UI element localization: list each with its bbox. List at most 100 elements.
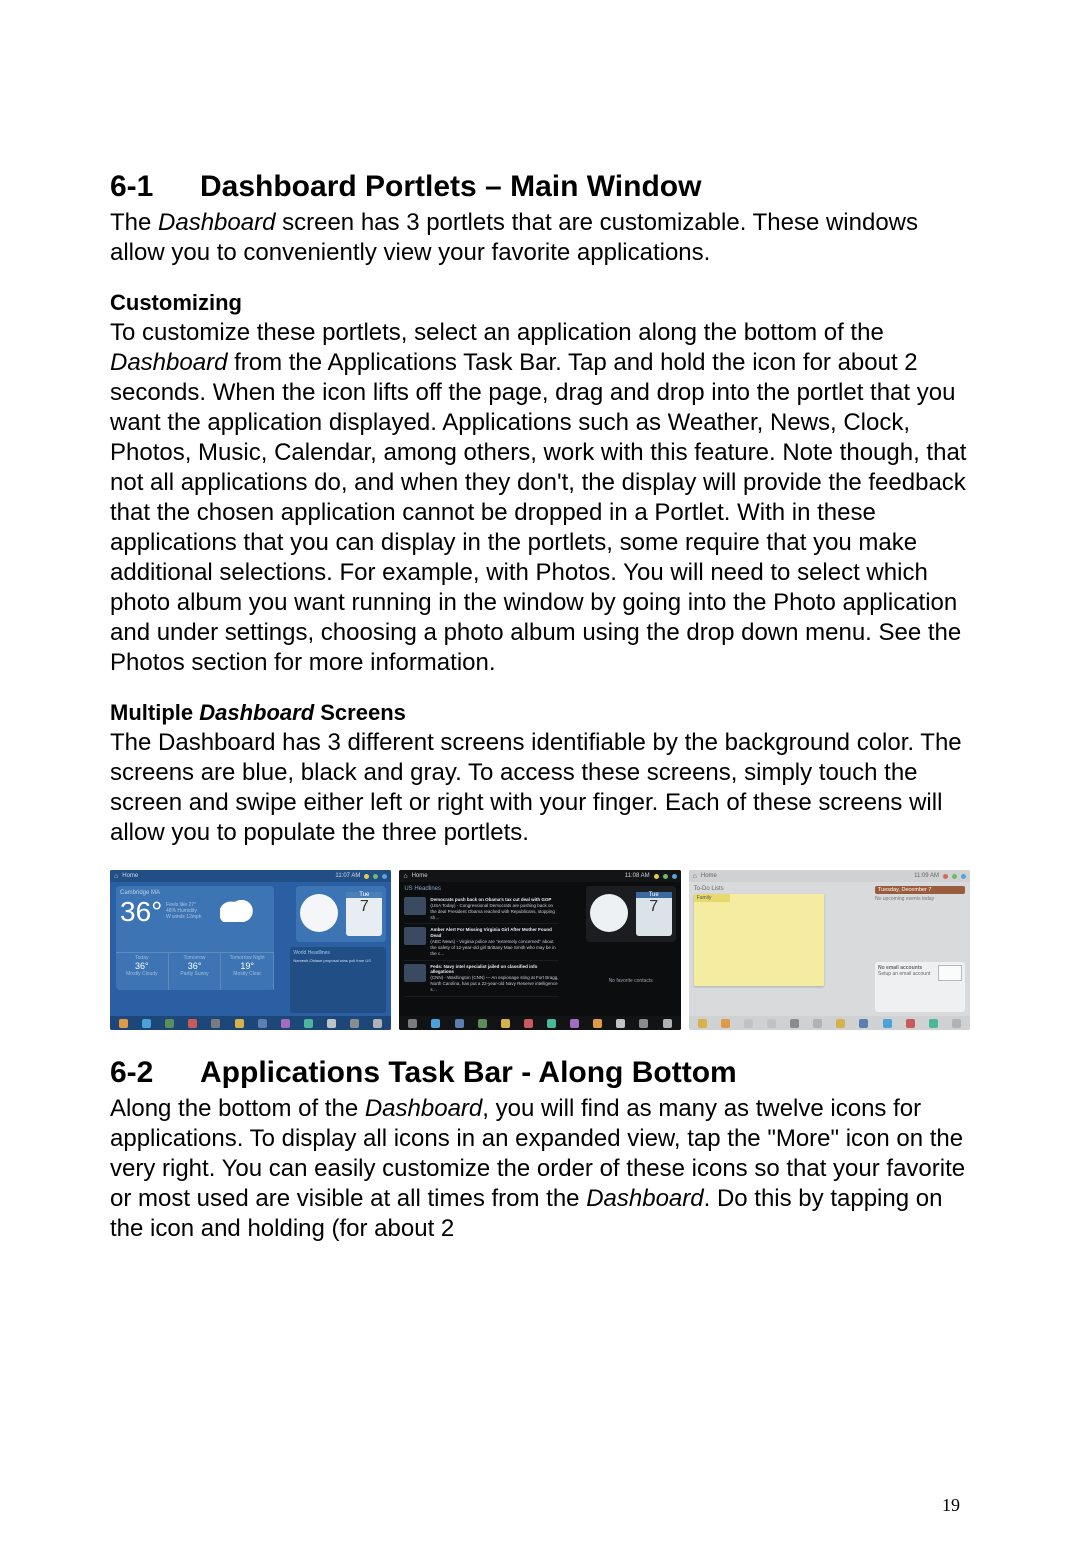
dock-icon	[859, 1019, 868, 1028]
status-dot	[382, 874, 387, 879]
news-title: Feds: Navy intel specialist jailed on cl…	[430, 964, 537, 975]
news-item: Amber Alert For Missing Virginia Girl Af…	[404, 924, 559, 960]
text: Screens	[314, 700, 406, 725]
topbar: ⌂ Home 11:09 AM	[689, 870, 970, 882]
dashboard-em: Dashboard	[586, 1185, 703, 1212]
customizing-body: To customize these portlets, select an a…	[110, 318, 970, 678]
news-item: Democrats push back on Obama's tax cut d…	[404, 894, 559, 924]
text: Multiple	[110, 700, 199, 725]
status-dot	[364, 874, 369, 879]
text: To customize these portlets, select an a…	[110, 319, 884, 346]
page-number: 19	[942, 1495, 960, 1516]
home-label: Home	[122, 873, 331, 879]
dashboard-em: Dashboard	[199, 700, 314, 725]
home-icon: ⌂	[693, 873, 697, 880]
weather-temp: 36°	[120, 898, 162, 926]
news-sub: (USA Today) - Congressional Democrats ar…	[430, 903, 555, 920]
right-portlets: Tuesday, December 7 No upcoming events t…	[875, 886, 965, 1014]
dock-icon	[593, 1019, 602, 1028]
no-events-label: No upcoming events today	[875, 896, 965, 902]
dock-icon	[304, 1019, 313, 1028]
news-thumb	[404, 897, 426, 915]
multiple-heading: Multiple Dashboard Screens	[110, 700, 970, 726]
dock-icon	[373, 1019, 382, 1028]
dock-icon	[350, 1019, 359, 1028]
news-text: Amber Alert For Missing Virginia Girl Af…	[430, 927, 559, 956]
fc-cond: Mostly Cloudy	[116, 971, 168, 977]
dock-icon	[952, 1019, 961, 1028]
dock-icon	[188, 1019, 197, 1028]
dashboard-em: Dashboard	[365, 1095, 482, 1122]
news-title: Democrats push back on Obama's tax cut d…	[430, 897, 551, 902]
mail-sub: Setup an email account	[878, 971, 930, 977]
fc-cond: Partly Sunny	[169, 971, 221, 977]
right-portlets: Tue 7 No favorite contacts	[586, 886, 676, 1014]
dock-icon	[501, 1019, 510, 1028]
date-bar: Tuesday, December 7	[875, 886, 965, 894]
clock-time: 11:08 AM	[625, 873, 650, 879]
dock-icon	[142, 1019, 151, 1028]
forecast-cell: Tomorrow36°Partly Sunny	[169, 952, 222, 990]
status-dot	[654, 874, 659, 879]
home-label: Home	[701, 873, 910, 879]
clock-calendar-portlet: Tue 7	[586, 886, 676, 942]
notes-portlet: To-Do Lists Family	[694, 886, 849, 1014]
weather-icon	[220, 900, 256, 922]
dock-icon	[478, 1019, 487, 1028]
forecast-row: Today36°Mostly Cloudy Tomorrow36°Partly …	[116, 952, 274, 990]
section-6-2-body: Along the bottom of the Dashboard, you w…	[110, 1094, 970, 1244]
status-dot	[943, 874, 948, 879]
news-sub: (ABC News) - Virginia police are "extrem…	[430, 939, 555, 956]
dashboard-em: Dashboard	[110, 349, 227, 376]
section-6-2-title: 6-2Applications Task Bar - Along Bottom	[110, 1056, 970, 1090]
weather-sub: Feels like 27° 48% Humidity W winds 12mp…	[166, 902, 202, 920]
app-dock	[399, 1016, 680, 1030]
section-number: 6-2	[110, 1056, 200, 1090]
forecast-cell: Tomorrow Night19°Mostly Clear	[221, 952, 274, 990]
multiple-body: The Dashboard has 3 different screens id…	[110, 728, 970, 848]
dock-icon	[906, 1019, 915, 1028]
news-portlet: World Headlines Namesh-Obiase proposal w…	[290, 947, 386, 1013]
dock-icon	[455, 1019, 464, 1028]
dashboard-screenshot-black: ⌂ Home 11:08 AM US Headlines Democrats p…	[399, 870, 680, 1030]
news-heading: US Headlines	[404, 884, 559, 894]
wind: W winds 12mph	[166, 914, 202, 920]
customizing-heading: Customizing	[110, 290, 970, 316]
dock-icon	[929, 1019, 938, 1028]
forecast-cell: Today36°Mostly Cloudy	[116, 952, 169, 990]
news-portlet: US Headlines Democrats push back on Obam…	[404, 884, 559, 1014]
dock-icon	[431, 1019, 440, 1028]
dock-icon	[281, 1019, 290, 1028]
news-text: Democrats push back on Obama's tax cut d…	[430, 897, 559, 920]
section-title-text: Applications Task Bar - Along Bottom	[200, 1056, 737, 1089]
fc-cond: Mostly Clear	[221, 971, 273, 977]
section-6-1-title: 6-1Dashboard Portlets – Main Window	[110, 170, 970, 204]
app-dock	[110, 1016, 391, 1030]
dock-icon	[547, 1019, 556, 1028]
portlet-area: Cambridge MA 36° Feels like 27° 48% Humi…	[110, 882, 391, 1016]
home-label: Home	[412, 873, 621, 879]
home-icon: ⌂	[114, 873, 118, 880]
cal-num: 7	[636, 898, 672, 916]
section-6-1-intro: The Dashboard screen has 3 portlets that…	[110, 208, 970, 268]
news-sub: (CNN) - Washington (CNN) — An espionage …	[430, 975, 558, 992]
dock-icon	[698, 1019, 707, 1028]
status-dot	[961, 874, 966, 879]
calendar-tile: Tue 7	[346, 892, 382, 936]
news-thumb	[404, 964, 426, 982]
calendar-tile: Tue 7	[636, 892, 672, 936]
dock-icon	[813, 1019, 822, 1028]
dock-icon	[165, 1019, 174, 1028]
dock-icon	[616, 1019, 625, 1028]
dock-icon	[258, 1019, 267, 1028]
dashboard-screenshots-row: ⌂ Home 11:07 AM Cambridge MA 36° Feels l…	[110, 870, 970, 1030]
topbar: ⌂ Home 11:08 AM	[399, 870, 680, 882]
dock-icon	[790, 1019, 799, 1028]
portlet-area: US Headlines Democrats push back on Obam…	[399, 882, 680, 1016]
dock-icon	[211, 1019, 220, 1028]
dock-icon	[721, 1019, 730, 1028]
dock-icon	[767, 1019, 776, 1028]
news-item: Feds: Navy intel specialist jailed on cl…	[404, 961, 559, 997]
dashboard-screenshot-blue: ⌂ Home 11:07 AM Cambridge MA 36° Feels l…	[110, 870, 391, 1030]
news-line: Namesh-Obiase proposal wins poll from US	[293, 958, 383, 963]
